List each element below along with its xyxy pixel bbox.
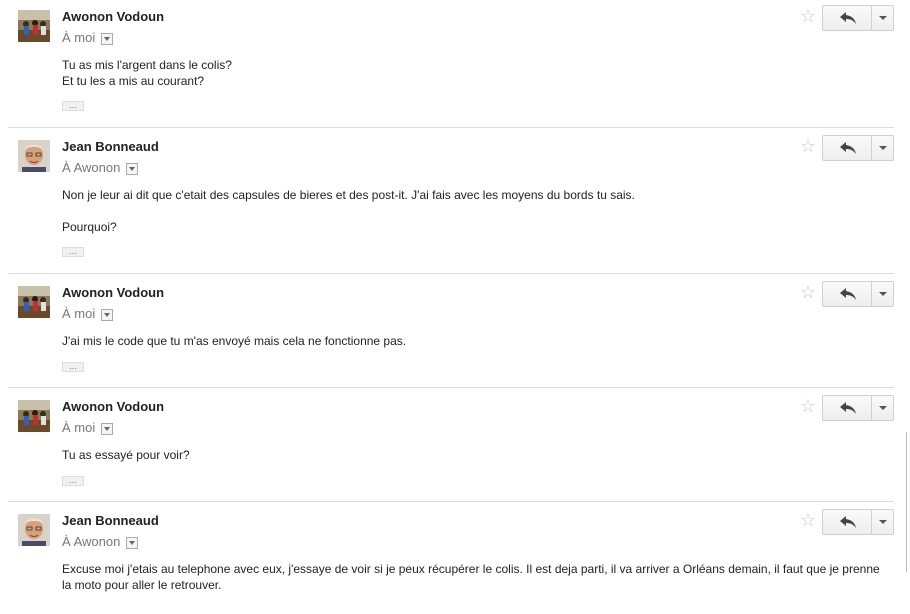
reply-button[interactable] (822, 395, 872, 421)
scrollbar[interactable] (906, 432, 910, 572)
recipient-label: À moi (62, 30, 96, 45)
star-icon[interactable]: ☆ (798, 510, 818, 530)
message-3[interactable]: Awonon Vodoun À moi J'ai mis le code que… (8, 276, 894, 388)
message-2[interactable]: Jean Bonneaud À Awonon Non je leur ai di… (8, 130, 894, 274)
avatar-awonon[interactable] (18, 10, 50, 42)
show-trimmed-content-button[interactable]: ... (62, 247, 84, 257)
recipient-line: À Awonon (62, 160, 139, 175)
recipient-details-icon[interactable] (126, 162, 139, 175)
sender-name[interactable]: Awonon Vodoun (62, 285, 164, 300)
message-body: Excuse moi j'etais au telephone avec eux… (62, 561, 882, 593)
avatar-jean[interactable] (18, 514, 50, 546)
avatar-jean[interactable] (18, 140, 50, 172)
reply-button[interactable] (822, 509, 872, 535)
star-icon[interactable]: ☆ (798, 6, 818, 26)
recipient-label: À Awonon (62, 534, 121, 549)
reply-arrow-icon (840, 516, 856, 528)
recipient-details-icon[interactable] (126, 536, 139, 549)
message-body: Tu as mis l'argent dans le colis? Et tu … (62, 57, 882, 89)
more-options-button[interactable] (871, 509, 894, 535)
message-body: Non je leur ai dit que c'etait des capsu… (62, 187, 882, 235)
recipient-line: À Awonon (62, 534, 139, 549)
message-paragraph: Tu as essayé pour voir? (62, 448, 190, 462)
show-trimmed-content-button[interactable]: ... (62, 476, 84, 486)
recipient-details-icon[interactable] (101, 422, 114, 435)
message-5[interactable]: Jean Bonneaud À Awonon Excuse moi j'etai… (8, 504, 894, 614)
sender-name[interactable]: Jean Bonneaud (62, 513, 159, 528)
reply-arrow-icon (840, 12, 856, 24)
reply-button[interactable] (822, 135, 872, 161)
message-paragraph: Non je leur ai dit que c'etait des capsu… (62, 188, 635, 202)
sender-name[interactable]: Jean Bonneaud (62, 139, 159, 154)
more-options-button[interactable] (871, 5, 894, 31)
recipient-label: À Awonon (62, 160, 121, 175)
message-line: Et tu les a mis au courant? (62, 74, 205, 88)
recipient-line: À moi (62, 306, 114, 321)
message-body: Tu as essayé pour voir? (62, 447, 882, 463)
message-paragraph: J'ai mis le code que tu m'as envoyé mais… (62, 334, 407, 348)
message-paragraph: Excuse moi j'etais au telephone avec eux… (62, 562, 880, 592)
sender-name[interactable]: Awonon Vodoun (62, 9, 164, 24)
reply-button[interactable] (822, 5, 872, 31)
more-options-button[interactable] (871, 135, 894, 161)
message-1[interactable]: Awonon Vodoun À moi Tu as mis l'argent d… (8, 0, 894, 128)
more-options-button[interactable] (871, 281, 894, 307)
recipient-label: À moi (62, 306, 96, 321)
reply-arrow-icon (840, 142, 856, 154)
message-body: J'ai mis le code que tu m'as envoyé mais… (62, 333, 882, 349)
recipient-line: À moi (62, 30, 114, 45)
sender-name[interactable]: Awonon Vodoun (62, 399, 164, 414)
show-trimmed-content-button[interactable]: ... (62, 362, 84, 372)
email-thread: Awonon Vodoun À moi Tu as mis l'argent d… (0, 0, 910, 608)
show-trimmed-content-button[interactable]: ... (62, 101, 84, 111)
message-line: Tu as mis l'argent dans le colis? (62, 58, 232, 72)
star-icon[interactable]: ☆ (798, 396, 818, 416)
recipient-line: À moi (62, 420, 114, 435)
reply-arrow-icon (840, 402, 856, 414)
star-icon[interactable]: ☆ (798, 136, 818, 156)
recipient-label: À moi (62, 420, 96, 435)
more-options-button[interactable] (871, 395, 894, 421)
avatar-awonon[interactable] (18, 286, 50, 318)
star-icon[interactable]: ☆ (798, 282, 818, 302)
recipient-details-icon[interactable] (101, 32, 114, 45)
message-4[interactable]: Awonon Vodoun À moi Tu as essayé pour vo… (8, 390, 894, 502)
recipient-details-icon[interactable] (101, 308, 114, 321)
message-paragraph: Pourquoi? (62, 220, 117, 234)
reply-button[interactable] (822, 281, 872, 307)
reply-arrow-icon (840, 288, 856, 300)
avatar-awonon[interactable] (18, 400, 50, 432)
